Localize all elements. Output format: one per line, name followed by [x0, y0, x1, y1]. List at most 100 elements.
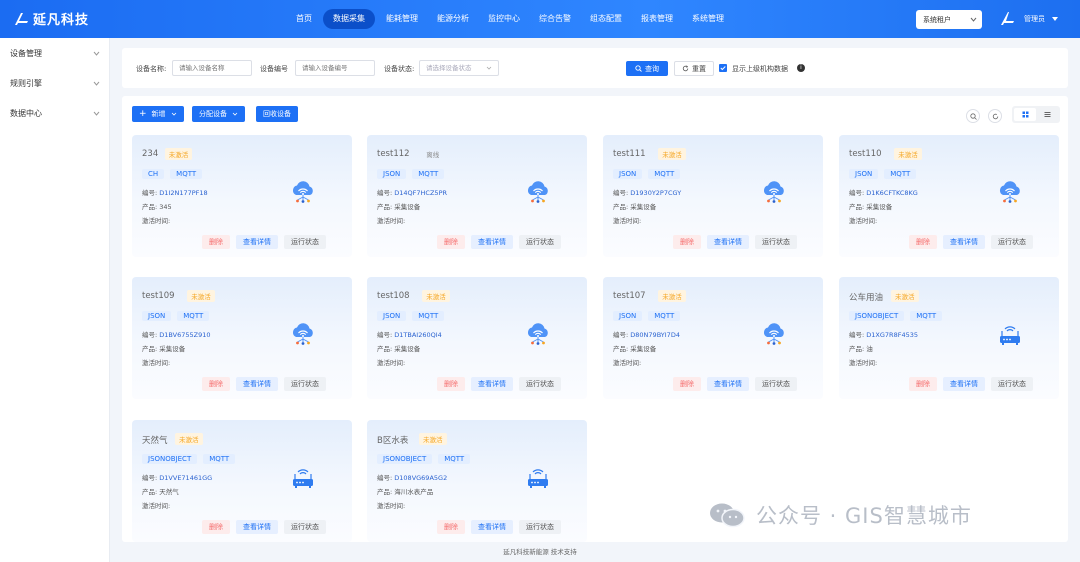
add-button[interactable]: + 新增 — [132, 106, 184, 122]
nav-item[interactable]: 监控中心 — [480, 9, 528, 29]
run-status-button[interactable]: 运行状态 — [519, 235, 561, 249]
device-code-input[interactable] — [295, 60, 375, 76]
delete-button[interactable]: 删除 — [437, 520, 465, 534]
sidebar-item-rule-engine[interactable]: 规则引擎 — [0, 68, 110, 98]
delete-button[interactable]: 删除 — [437, 377, 465, 391]
product-label: 产品: — [142, 203, 158, 211]
grid-icon — [1022, 111, 1028, 118]
status-badge: 未激活 — [658, 148, 686, 160]
sidebar-item-device-management[interactable]: 设备管理 — [0, 38, 110, 68]
delete-button[interactable]: 删除 — [202, 520, 230, 534]
run-status-button[interactable]: 运行状态 — [284, 520, 326, 534]
nav-item[interactable]: 数据采集 — [323, 9, 375, 29]
view-detail-button[interactable]: 查看详情 — [236, 377, 278, 391]
nav-item[interactable]: 综合告警 — [531, 9, 579, 29]
card-actions: 删除 查看详情 运行状态 — [437, 377, 567, 391]
refresh-icon[interactable] — [988, 109, 1002, 123]
protocol-tag: MQTT — [412, 169, 445, 179]
run-status-button[interactable]: 运行状态 — [519, 520, 561, 534]
device-code: D14QF7HCZ5PR — [394, 189, 447, 197]
list-view-icon[interactable] — [1036, 108, 1058, 121]
assign-device-button[interactable]: 分配设备 — [192, 106, 245, 122]
device-card[interactable]: test108 未激活 JSON MQTT 编号: D1TBAI260QI4 产品: 采集… — [367, 277, 587, 399]
user-name: 管理员 — [1024, 15, 1045, 23]
delete-button[interactable]: 删除 — [673, 377, 701, 391]
device-card[interactable]: test110 未激活 JSON MQTT 编号: D1K6CFTKC8KG 产品: 采集… — [839, 135, 1059, 257]
run-status-button[interactable]: 运行状态 — [991, 235, 1033, 249]
sidebar: 设备管理 规则引擎 数据中心 — [0, 38, 110, 562]
device-name: test107 — [613, 291, 646, 301]
tag-list: JSON MQTT — [142, 311, 215, 321]
product-label: 产品: — [849, 203, 865, 211]
device-card[interactable]: B区水表 未激活 JSONOBJECT MQTT 编号: D108VG69A5G2 产品:… — [367, 420, 587, 542]
product-name: 采集设备 — [630, 203, 657, 211]
avatar — [1001, 12, 1014, 25]
code-label: 编号: — [377, 189, 393, 197]
query-button[interactable]: 查询 — [626, 61, 668, 76]
brand-logo[interactable]: 延凡科技 — [14, 9, 89, 28]
nav-item[interactable]: 首页 — [288, 9, 320, 29]
search-toggle-icon[interactable] — [966, 109, 980, 123]
nav-item[interactable]: 能源分析 — [429, 9, 477, 29]
run-status-button[interactable]: 运行状态 — [755, 235, 797, 249]
product-row: 产品: 天然气 — [142, 486, 179, 496]
view-detail-button[interactable]: 查看详情 — [236, 235, 278, 249]
device-card[interactable]: 234 未激活 CH MQTT 编号: D1I2N177PF18 产品: 345 激活时间:… — [132, 135, 352, 257]
run-status-button[interactable]: 运行状态 — [519, 377, 561, 391]
tag-list: JSONOBJECT MQTT — [377, 454, 476, 464]
device-card[interactable]: test107 未激活 JSON MQTT 编号: D80N79BYI7D4 产品: 采集… — [603, 277, 823, 399]
status-badge: 未激活 — [894, 148, 922, 160]
show-parent-checkbox[interactable] — [719, 64, 727, 72]
device-name-input[interactable] — [172, 60, 252, 76]
view-detail-button[interactable]: 查看详情 — [943, 235, 985, 249]
nav-item[interactable]: 报表管理 — [633, 9, 681, 29]
nav-item[interactable]: 组态配置 — [582, 9, 630, 29]
sidebar-item-data-center[interactable]: 数据中心 — [0, 98, 110, 128]
product-name: 采集设备 — [866, 203, 893, 211]
tenant-select[interactable]: 系统租户 — [916, 10, 982, 29]
view-detail-button[interactable]: 查看详情 — [943, 377, 985, 391]
device-card[interactable]: test111 未激活 JSON MQTT 编号: D1930Y2P7CGY 产品: 采集… — [603, 135, 823, 257]
user-menu[interactable]: 管理员 — [998, 9, 1059, 29]
device-state-select[interactable]: 请选择设备状态 — [419, 60, 499, 76]
run-status-button[interactable]: 运行状态 — [991, 377, 1033, 391]
delete-button[interactable]: 删除 — [437, 235, 465, 249]
reset-button[interactable]: 重置 — [674, 61, 714, 76]
recycle-device-button-label: 回收设备 — [263, 110, 291, 118]
card-actions: 删除 查看详情 运行状态 — [673, 235, 803, 249]
run-status-button[interactable]: 运行状态 — [284, 377, 326, 391]
search-panel: 设备名称: 设备编号 设备状态: 请选择设备状态 查询 重置 显示上级机构数据 … — [122, 48, 1068, 88]
view-detail-button[interactable]: 查看详情 — [471, 235, 513, 249]
protocol-tag: JSON — [142, 311, 172, 321]
device-card[interactable]: 天然气 未激活 JSONOBJECT MQTT 编号: D1VVE71461GG 产品: … — [132, 420, 352, 542]
delete-button[interactable]: 删除 — [202, 377, 230, 391]
recycle-device-button[interactable]: 回收设备 — [256, 106, 298, 122]
nav-item[interactable]: 系统管理 — [684, 9, 732, 29]
view-detail-button[interactable]: 查看详情 — [707, 235, 749, 249]
info-icon[interactable]: i — [797, 64, 805, 72]
run-status-button[interactable]: 运行状态 — [755, 377, 797, 391]
delete-button[interactable]: 删除 — [673, 235, 701, 249]
product-label: 产品: — [613, 345, 629, 353]
product-row: 产品: 采集设备 — [377, 201, 420, 211]
delete-button[interactable]: 删除 — [909, 377, 937, 391]
delete-button[interactable]: 删除 — [909, 235, 937, 249]
run-status-button[interactable]: 运行状态 — [284, 235, 326, 249]
delete-button[interactable]: 删除 — [202, 235, 230, 249]
view-detail-button[interactable]: 查看详情 — [236, 520, 278, 534]
device-card[interactable]: test112 离线 JSON MQTT 编号: D14QF7HCZ5PR 产品: 采集设… — [367, 135, 587, 257]
protocol-tag: JSONOBJECT — [142, 454, 198, 464]
view-detail-button[interactable]: 查看详情 — [471, 377, 513, 391]
device-state-label: 设备状态: — [384, 65, 415, 73]
code-label: 编号: — [849, 189, 865, 197]
view-detail-button[interactable]: 查看详情 — [471, 520, 513, 534]
chevron-down-icon — [93, 111, 100, 116]
protocol-tag: MQTT — [177, 311, 210, 321]
view-detail-button[interactable]: 查看详情 — [707, 377, 749, 391]
cloud-wifi-icon — [290, 179, 316, 205]
device-card[interactable]: test109 未激活 JSON MQTT 编号: D1BV6755Z910 产品: 采集… — [132, 277, 352, 399]
nav-item[interactable]: 能耗管理 — [378, 9, 426, 29]
brand-logo-icon — [15, 12, 28, 25]
grid-view-icon[interactable] — [1014, 108, 1036, 121]
device-card[interactable]: 公车用油 未激活 JSONOBJECT MQTT 编号: D1XG7R8F4535 产品:… — [839, 277, 1059, 399]
